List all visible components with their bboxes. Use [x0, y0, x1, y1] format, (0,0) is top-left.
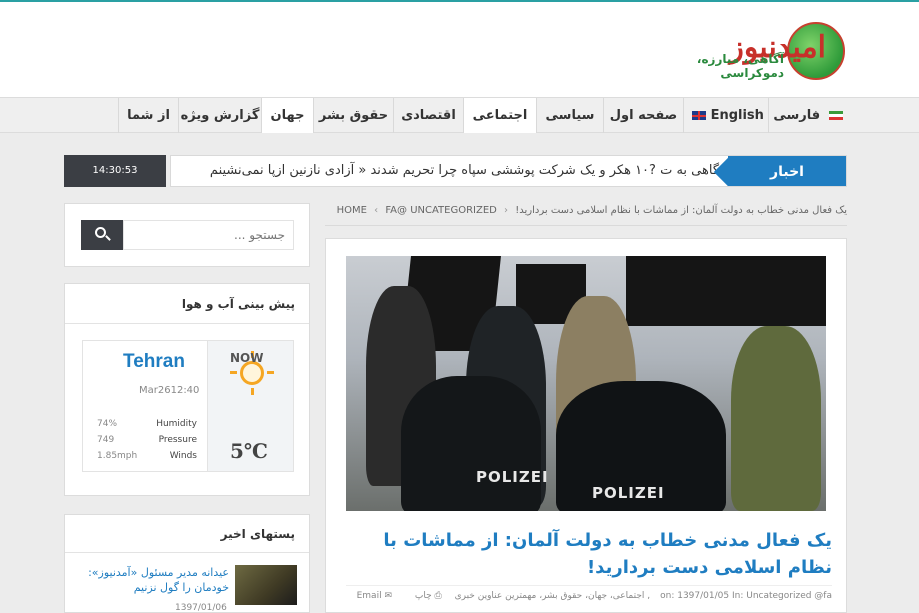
weather-city: Tehran: [123, 351, 185, 372]
weather-title: پیش بینی آب و هوا: [65, 284, 309, 324]
photo-sign: POLIZEI: [476, 468, 549, 486]
photo-figure: [731, 326, 821, 511]
nav-item-home[interactable]: صفحه اول: [603, 98, 683, 133]
recent-posts-title: پستهای اخیر: [65, 515, 309, 553]
nav-item-world[interactable]: جهان: [261, 98, 313, 133]
recent-posts-widget: پستهای اخیر عیدانه مدیر مسئول «آمدنیوز»:…: [64, 514, 310, 613]
breadcrumb: یک فعال مدنی خطاب به دولت آلمان: از مماش…: [325, 196, 847, 226]
search-button[interactable]: [81, 220, 123, 250]
news-ticker: 14:30:53 /نگاهی به ت ?۱۰ هکر و یک شرکت پ…: [64, 155, 847, 187]
nav-item-english[interactable]: English: [683, 98, 768, 133]
weather-key: Humidity: [156, 419, 197, 429]
article-categories[interactable]: In: Uncategorized @fa, اجتماعی، جهان، حق…: [455, 591, 832, 601]
recent-post-link[interactable]: عیدانه مدیر مسئول «آمدنیوز»: خودمان را گ…: [79, 565, 229, 595]
weather-now-label: NOW: [230, 351, 264, 365]
photo-sign: POLIZEI: [592, 484, 665, 502]
weather-value: 749: [97, 435, 115, 445]
breadcrumb-separator: ‹: [374, 205, 379, 216]
sun-ray: [230, 371, 237, 374]
weather-key: Winds: [169, 451, 197, 461]
nav-item-from-you[interactable]: از شما: [118, 98, 178, 133]
nav-label: فارسی: [773, 108, 821, 123]
breadcrumb-separator: ‹: [504, 205, 509, 216]
weather-temperature: 5℃: [230, 439, 268, 463]
weather-value: 74%: [97, 419, 118, 429]
main-navigation: فارسی English صفحه اول سیاسی اجتماعی اقت…: [0, 97, 919, 133]
iran-flag-icon: [828, 111, 843, 120]
weather-card: NOW 5℃ Tehran Mar2612:40 74% Humidity 74…: [82, 340, 294, 472]
breadcrumb-category[interactable]: FA@ UNCATEGORIZED: [385, 205, 497, 216]
weather-widget: پیش بینی آب و هوا NOW 5℃ Tehran Mar2612:…: [64, 283, 310, 496]
photo-figure: [401, 376, 541, 511]
article-headline[interactable]: یک فعال مدنی خطاب به دولت آلمان: از مماش…: [346, 527, 832, 581]
uk-flag-icon: [692, 111, 707, 120]
ticker-label: اخبار: [728, 156, 846, 186]
print-label: چاپ: [414, 591, 432, 601]
sun-ray: [267, 371, 274, 374]
ticker-text[interactable]: /نگاهی به ت ?۱۰ هکر و یک شرکت پوششی سپاه…: [210, 156, 728, 186]
article-card: POLIZEI POLIZEI یک فعال مدنی خطاب به دول…: [325, 238, 847, 613]
breadcrumb-home[interactable]: HOME: [337, 205, 367, 216]
nav-item-farsi[interactable]: فارسی: [768, 98, 847, 133]
nav-item-politics[interactable]: سیاسی: [536, 98, 603, 133]
photo-flag: [626, 256, 826, 326]
ticker-clock: 14:30:53: [64, 155, 166, 187]
recent-post-date: 1397/01/06: [175, 603, 227, 613]
article-meta: on: 1397/01/05 In: Uncategorized @fa, اج…: [346, 585, 832, 605]
search-input[interactable]: [123, 220, 294, 250]
weather-date: Mar2612:40: [139, 385, 200, 396]
nav-item-social[interactable]: اجتماعی: [463, 98, 536, 133]
email-label: Email: [356, 591, 382, 601]
nav-item-human-rights[interactable]: حقوق بشر: [313, 98, 393, 133]
nav-label: English: [710, 108, 764, 123]
ticker-box[interactable]: /نگاهی به ت ?۱۰ هکر و یک شرکت پوششی سپاه…: [170, 155, 847, 187]
article-date: on: 1397/01/05: [660, 591, 730, 601]
weather-value: 1.85mph: [97, 451, 138, 461]
nav-item-economy[interactable]: اقتصادی: [393, 98, 463, 133]
print-button[interactable]: ⎙ چاپ: [405, 591, 442, 601]
nav-item-special-report[interactable]: گزارش ویژه: [178, 98, 261, 133]
email-button[interactable]: ✉ Email: [347, 591, 392, 601]
weather-now-panel: NOW 5℃: [207, 341, 293, 471]
recent-post-thumbnail[interactable]: [235, 565, 297, 605]
logo-tagline: آگاهی، مبارزه، دموکراسی: [696, 52, 784, 80]
site-header: امیدنیوز آگاهی، مبارزه، دموکراسی: [0, 2, 919, 97]
search-widget: [64, 203, 310, 267]
breadcrumb-item: یک فعال مدنی خطاب به دولت آلمان: از مماش…: [515, 205, 847, 216]
weather-key: Pressure: [158, 435, 197, 445]
sun-ray: [250, 388, 254, 395]
site-logo[interactable]: امیدنیوز آگاهی، مبارزه، دموکراسی: [690, 20, 850, 82]
article-photo[interactable]: POLIZEI POLIZEI: [346, 256, 826, 511]
search-icon-handle: [105, 235, 111, 241]
